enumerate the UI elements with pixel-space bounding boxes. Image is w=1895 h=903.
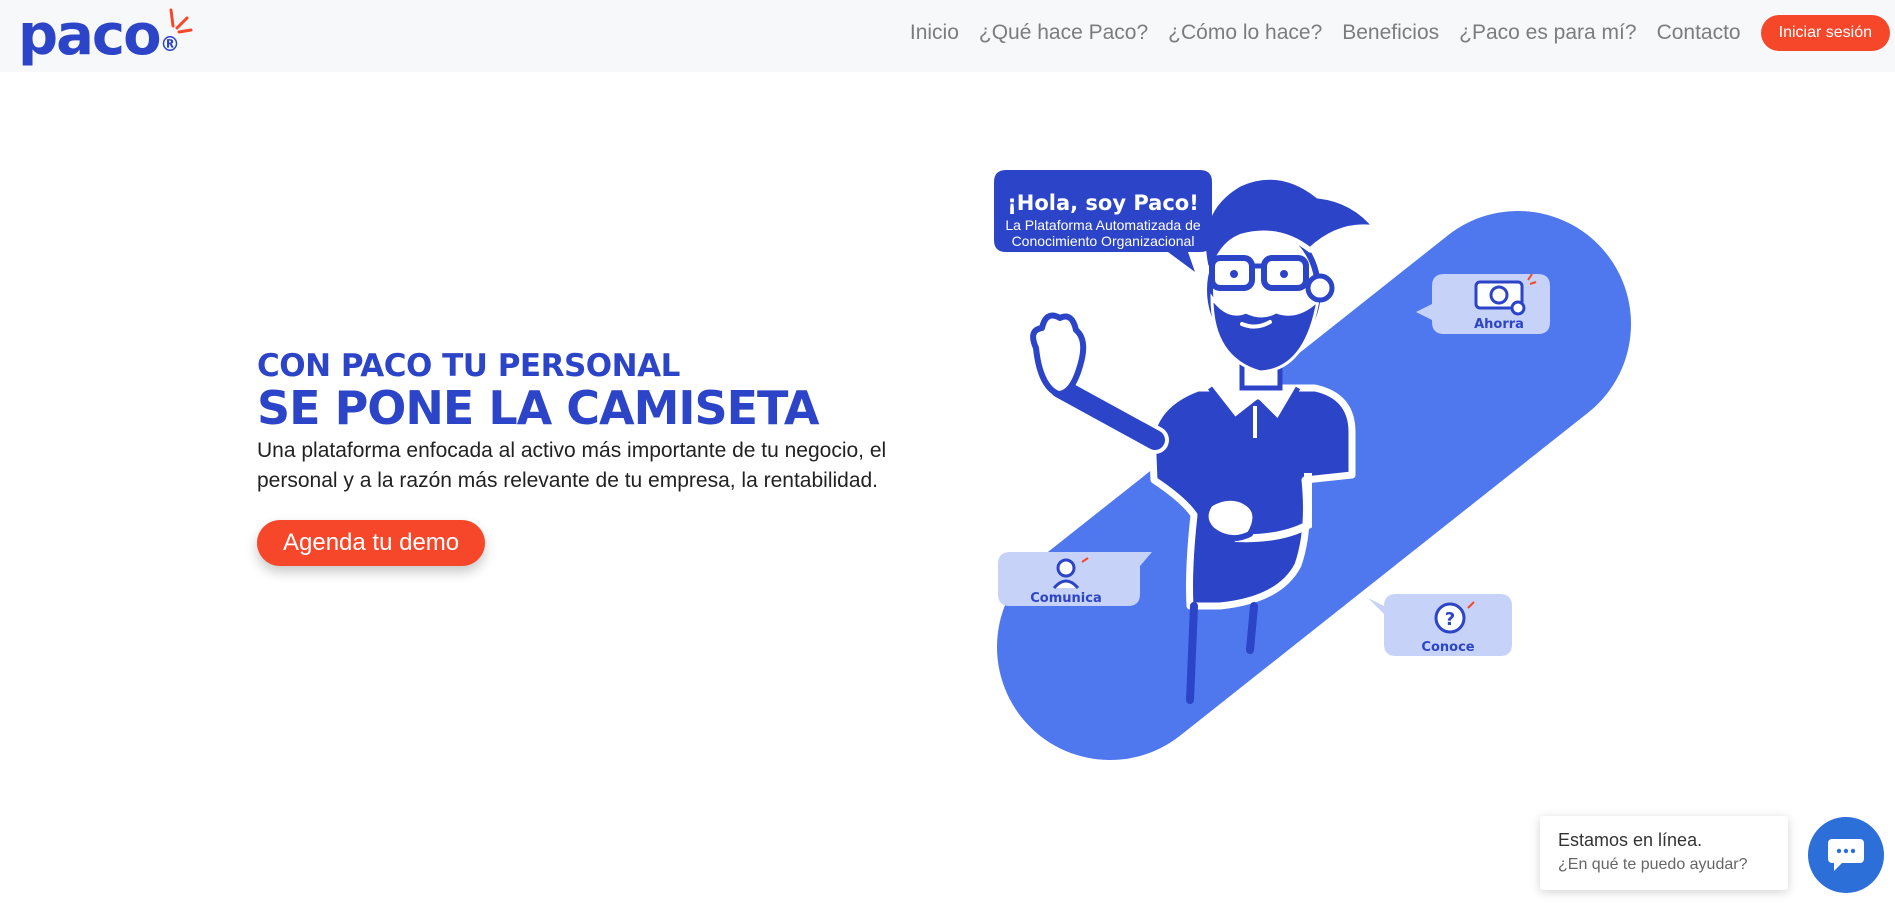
benefit-bubble-comunica: Comunica (998, 552, 1152, 606)
hero-subtitle: CON PACO TU PERSONAL (257, 348, 680, 384)
schedule-demo-button[interactable]: Agenda tu demo (257, 520, 486, 566)
hero-section: CON PACO TU PERSONAL SE PONE LA CAMISETA… (257, 348, 917, 566)
svg-text:?: ? (1445, 609, 1455, 630)
greeting-speech-bubble: ¡Hola, soy Paco! La Plataforma Automatiz… (994, 170, 1212, 272)
chat-title: Estamos en línea. (1558, 830, 1703, 850)
login-button[interactable]: Iniciar sesión (1760, 15, 1890, 51)
ahorra-label: Ahorra (1474, 317, 1524, 332)
chat-subtitle: ¿En qué te puedo ayudar? (1558, 856, 1748, 873)
nav-item-beneficios[interactable]: Beneficios (1342, 21, 1439, 45)
nav-item-inicio[interactable]: Inicio (910, 21, 959, 45)
logo-wordmark: paco (18, 3, 162, 68)
chat-bubble-icon (1828, 839, 1864, 871)
greeting-line-2: Conocimiento Organizacional (1012, 233, 1195, 249)
chat-launcher-button[interactable] (1808, 817, 1884, 893)
benefit-bubble-conoce: ? Conoce (1368, 594, 1512, 656)
nav-item-que-hace-paco[interactable]: ¿Qué hace Paco? (979, 21, 1148, 45)
conoce-label: Conoce (1421, 640, 1474, 655)
comunica-label: Comunica (1030, 591, 1101, 606)
nav-item-contacto[interactable]: Contacto (1657, 21, 1741, 45)
chat-popup[interactable]: Estamos en línea. ¿En qué te puedo ayuda… (1540, 816, 1788, 890)
spark-icon (169, 8, 193, 34)
paco-logo[interactable]: paco ® (18, 3, 193, 68)
greeting-title: ¡Hola, soy Paco! (1007, 191, 1199, 215)
paco-hero-illustration: ¡Hola, soy Paco! La Plataforma Automatiz… (994, 170, 1631, 760)
benefit-bubble-ahorra: Ahorra (1416, 273, 1550, 334)
nav-item-paco-es-para-mi[interactable]: ¿Paco es para mí? (1459, 21, 1636, 45)
greeting-line-1: La Plataforma Automatizada de (1005, 217, 1201, 233)
registered-mark: ® (160, 32, 180, 56)
hero-title: SE PONE LA CAMISETA (257, 381, 819, 435)
main-nav: Inicio ¿Qué hace Paco? ¿Cómo lo hace? Be… (910, 0, 1895, 66)
top-navigation-bar: paco ® Inicio ¿Qué hace Paco? ¿Cómo lo h… (0, 0, 1895, 72)
hero-description: Una plataforma enfocada al activo más im… (257, 439, 887, 492)
nav-item-como-lo-hace[interactable]: ¿Cómo lo hace? (1168, 21, 1322, 45)
